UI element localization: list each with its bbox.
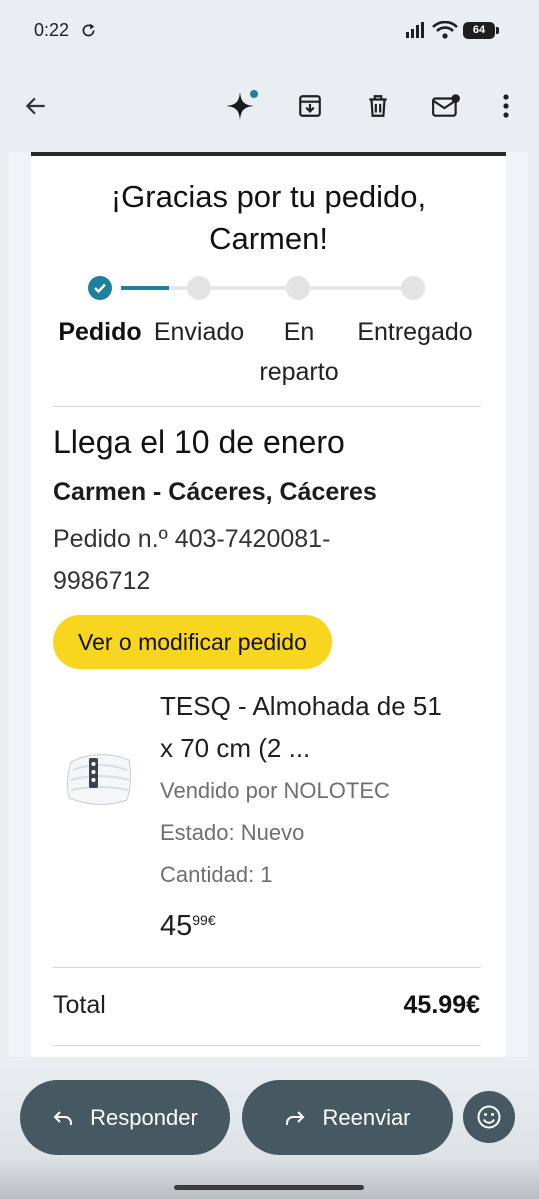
pillow-product-image[interactable]	[63, 740, 135, 812]
divider	[53, 1045, 481, 1046]
heading-line-2: Carmen!	[209, 221, 328, 256]
modify-order-button[interactable]: Ver o modificar pedido	[53, 615, 332, 669]
order-number: Pedido n.º 403-7420081- 9986712	[53, 525, 331, 595]
price-cents: 99€	[192, 912, 216, 928]
arrival-date: Llega el 10 de enero	[53, 424, 345, 460]
total-value: 45.99€	[403, 991, 480, 1019]
price-integer: 45	[160, 910, 193, 942]
product-condition: Estado: Nuevo	[160, 820, 305, 845]
step-label-pedido: Pedido	[58, 318, 142, 346]
step-dot-entregado	[401, 276, 425, 300]
reply-button[interactable]: Responder	[20, 1080, 230, 1155]
trash-icon	[369, 95, 387, 117]
forward-label: Reenviar	[322, 1104, 411, 1130]
mark-unread-button[interactable]	[428, 88, 464, 124]
forward-icon	[286, 1110, 305, 1125]
arrow-left-icon	[25, 97, 45, 115]
reply-icon	[53, 1110, 73, 1125]
mark-unread-icon	[432, 94, 460, 117]
status-time: 0:22	[34, 20, 70, 40]
home-indicator[interactable]	[174, 1185, 364, 1190]
step-dot-enviado	[187, 276, 211, 300]
delete-button[interactable]	[360, 88, 396, 124]
wifi-icon	[432, 21, 458, 39]
step-label-enviado: Enviado	[153, 318, 245, 346]
thank-you-heading: ¡Gracias por tu pedido, Carmen!	[31, 176, 506, 260]
product-title[interactable]: TESQ - Almohada de 51 x 70 cm (2 ...	[160, 685, 480, 769]
divider	[53, 406, 481, 407]
shipment-progress	[31, 274, 506, 302]
sparkle-icon	[226, 90, 258, 120]
more-button[interactable]	[488, 88, 524, 124]
back-button[interactable]	[18, 88, 54, 124]
product-quantity: Cantidad: 1	[160, 862, 273, 887]
more-vert-icon	[503, 94, 509, 118]
email-body: ¡Gracias por tu pedido, Carmen! Pedido E…	[9, 152, 528, 1057]
step-label-entregado: Entregado	[357, 318, 473, 346]
email-margin-left	[9, 152, 31, 1057]
heading-line-1: ¡Gracias por tu pedido,	[110, 179, 427, 214]
check-icon	[94, 283, 106, 294]
delivery-address: Carmen - Cáceres, Cáceres	[53, 478, 377, 506]
total-label: Total	[53, 991, 106, 1019]
product-seller: Vendido por NOLOTEC	[160, 778, 390, 803]
archive-icon	[299, 95, 321, 117]
product-price: 4599€	[160, 910, 216, 943]
header-rule	[31, 152, 506, 156]
sync-icon	[82, 23, 95, 37]
archive-button[interactable]	[292, 88, 328, 124]
forward-button[interactable]: Reenviar	[242, 1080, 453, 1155]
step-dot-reparto	[286, 276, 310, 300]
divider	[53, 967, 481, 968]
gemini-button[interactable]	[224, 88, 260, 124]
emoji-reaction-button[interactable]	[463, 1091, 515, 1143]
reply-label: Responder	[90, 1104, 198, 1130]
email-margin-right	[506, 152, 528, 1057]
app-bar	[0, 74, 539, 138]
status-bar: 0:22 64	[0, 0, 539, 62]
step-label-reparto: En reparto	[259, 318, 339, 386]
step-dot-pedido	[88, 276, 112, 300]
battery-indicator: 64	[463, 22, 499, 39]
progress-line-active	[121, 286, 169, 290]
smiley-icon	[477, 1105, 501, 1129]
signal-icon	[406, 22, 424, 38]
